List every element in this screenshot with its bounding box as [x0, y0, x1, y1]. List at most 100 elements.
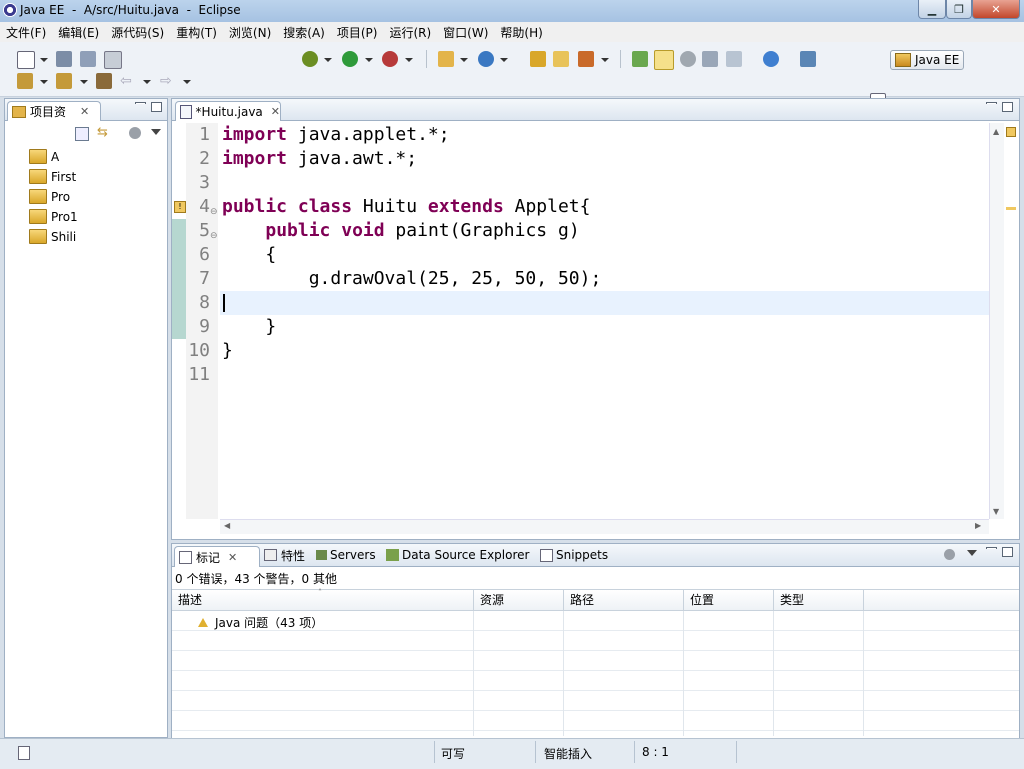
tab-properties[interactable]: 特性	[264, 544, 305, 566]
debug-dropdown-icon[interactable]	[324, 58, 332, 62]
vertical-scrollbar[interactable]: ▲ ▼	[989, 123, 1004, 519]
run-icon[interactable]	[342, 51, 358, 67]
project-explorer-tab[interactable]: 项目资 ✕	[7, 101, 101, 121]
new-class-icon[interactable]	[478, 51, 494, 67]
maximize-view-icon[interactable]	[151, 102, 162, 112]
link-editor-icon[interactable]: ⇆	[97, 126, 111, 139]
maximize-button[interactable]: ❐	[946, 0, 972, 19]
menu-navigate[interactable]: 浏览(N)	[223, 24, 277, 41]
minimize-view-icon[interactable]	[986, 547, 997, 549]
close-button[interactable]: ✕	[972, 0, 1020, 19]
print-icon[interactable]	[104, 51, 122, 69]
debug-icon[interactable]	[302, 51, 318, 67]
horizontal-scrollbar[interactable]: ◀ ▶	[220, 519, 989, 534]
menu-project[interactable]: 项目(P)	[331, 24, 384, 41]
close-tab-icon[interactable]: ✕	[80, 105, 89, 118]
table-row[interactable]: Java 问题（43 项）	[172, 613, 1019, 631]
menu-edit[interactable]: 编辑(E)	[52, 24, 105, 41]
scroll-down-icon[interactable]: ▼	[993, 507, 999, 516]
last-edit-icon[interactable]	[96, 73, 112, 89]
filter-icon[interactable]	[944, 549, 955, 560]
overview-ruler[interactable]	[1004, 123, 1018, 519]
browser-icon[interactable]	[763, 51, 779, 67]
external-tools-icon[interactable]	[382, 51, 398, 67]
tree-item-project[interactable]: Shili	[29, 229, 76, 244]
code-editor[interactable]: ! ⊖ ⊖ 1 2 3 4 5 6 7 8 9 10 11 import jav…	[172, 123, 989, 519]
scroll-right-icon[interactable]: ▶	[975, 521, 981, 530]
save-icon[interactable]	[56, 51, 72, 67]
highlight-icon[interactable]	[654, 50, 674, 70]
show-whitespace-icon[interactable]	[726, 51, 742, 67]
open-type-icon[interactable]	[530, 51, 546, 67]
collapse-all-icon[interactable]	[75, 127, 89, 141]
line-number: 11	[188, 364, 210, 385]
mark-occurrences-icon[interactable]	[632, 51, 648, 67]
new-class-dropdown-icon[interactable]	[500, 58, 508, 62]
forward-icon[interactable]: ⇨	[160, 74, 174, 88]
minimize-view-icon[interactable]	[986, 102, 997, 104]
fold-icon[interactable]: ⊖	[210, 207, 218, 217]
next-annotation-icon[interactable]	[17, 73, 33, 89]
new-icon[interactable]	[17, 51, 35, 69]
view-menu-icon[interactable]	[967, 550, 977, 556]
tree-item-project[interactable]: Pro	[29, 189, 70, 204]
menu-run[interactable]: 运行(R)	[383, 24, 437, 41]
maximize-view-icon[interactable]	[1002, 547, 1013, 557]
column-path[interactable]: 路径	[564, 590, 684, 610]
scroll-left-icon[interactable]: ◀	[224, 521, 230, 530]
tab-snippets[interactable]: Snippets	[540, 544, 608, 566]
tab-data-source-explorer[interactable]: Data Source Explorer	[386, 544, 529, 566]
next-annotation-dropdown-icon[interactable]	[40, 80, 48, 84]
warning-overview-mark[interactable]	[1006, 207, 1016, 210]
minimize-view-icon[interactable]	[135, 102, 146, 104]
external-tools-dropdown-icon[interactable]	[405, 58, 413, 62]
new-dropdown-icon[interactable]	[40, 58, 48, 62]
back-icon[interactable]: ⇦	[120, 74, 134, 88]
open-folder-icon[interactable]	[553, 51, 569, 67]
line-number: 2	[199, 148, 210, 169]
menu-refactor[interactable]: 重构(T)	[170, 24, 223, 41]
fold-icon[interactable]: ⊖	[210, 231, 218, 241]
close-tab-icon[interactable]: ✕	[228, 551, 237, 564]
menu-search[interactable]: 搜索(A)	[277, 24, 331, 41]
menu-source[interactable]: 源代码(S)	[105, 24, 170, 41]
block-select-icon[interactable]	[702, 51, 718, 67]
new-server-dropdown-icon[interactable]	[460, 58, 468, 62]
back-dropdown-icon[interactable]	[143, 80, 151, 84]
annotation-icon[interactable]	[680, 51, 696, 67]
column-resource[interactable]: 资源	[474, 590, 564, 610]
run-dropdown-icon[interactable]	[365, 58, 373, 62]
save-all-icon[interactable]	[80, 51, 96, 67]
fast-view-icon[interactable]	[18, 746, 30, 760]
prev-annotation-icon[interactable]	[56, 73, 72, 89]
forward-dropdown-icon[interactable]	[183, 80, 191, 84]
scroll-up-icon[interactable]: ▲	[993, 127, 999, 136]
column-type[interactable]: 类型	[774, 590, 864, 610]
open-task-dropdown-icon[interactable]	[601, 58, 609, 62]
close-tab-icon[interactable]: ✕	[271, 105, 280, 118]
maximize-view-icon[interactable]	[1002, 102, 1013, 112]
tab-servers[interactable]: Servers	[316, 544, 376, 566]
sync-icon[interactable]	[800, 51, 816, 67]
menu-file[interactable]: 文件(F)	[0, 24, 52, 41]
warning-summary-icon[interactable]	[1006, 127, 1016, 137]
menu-help[interactable]: 帮助(H)	[494, 24, 548, 41]
column-description[interactable]: 描述	[172, 590, 474, 610]
servers-icon	[316, 550, 327, 560]
view-menu-icon[interactable]	[151, 129, 161, 135]
tab-markers[interactable]: 标记 ✕	[174, 546, 260, 567]
prev-annotation-dropdown-icon[interactable]	[80, 80, 88, 84]
view-menu-filter-icon[interactable]	[129, 127, 141, 139]
new-server-icon[interactable]	[438, 51, 454, 67]
minimize-button[interactable]: ▁	[918, 0, 946, 19]
status-insert-mode: 智能插入	[544, 747, 593, 761]
menu-window[interactable]: 窗口(W)	[437, 24, 494, 41]
perspective-java-ee-button[interactable]: Java EE	[890, 50, 964, 70]
column-location[interactable]: 位置	[684, 590, 774, 610]
open-task-icon[interactable]	[578, 51, 594, 67]
markers-icon	[179, 550, 192, 564]
tree-item-project[interactable]: Pro1	[29, 209, 78, 224]
tree-item-project[interactable]: First	[29, 169, 76, 184]
tree-item-project[interactable]: A	[29, 149, 59, 164]
editor-tab-huitu[interactable]: *Huitu.java ✕	[175, 101, 281, 121]
